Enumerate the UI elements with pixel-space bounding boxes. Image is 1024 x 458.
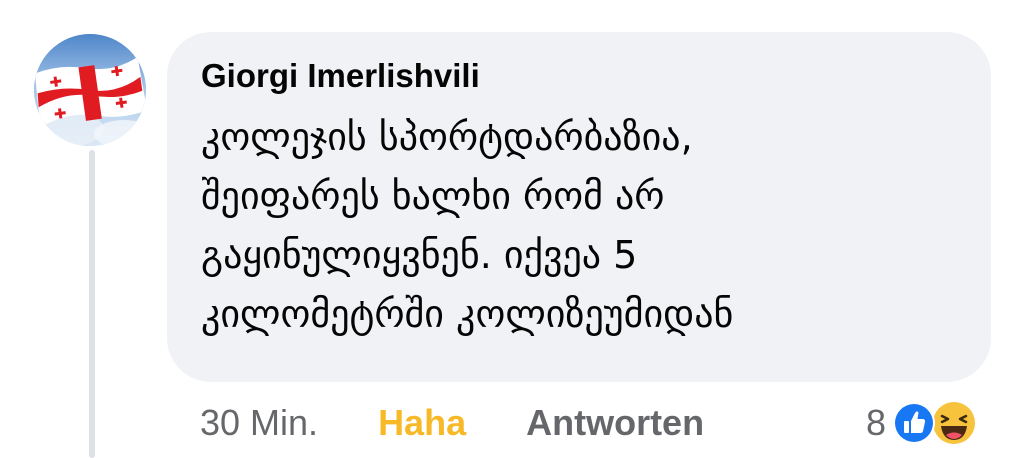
reply-button[interactable]: Antworten [526, 402, 704, 444]
georgian-flag-avatar-image [34, 34, 146, 146]
reaction-summary[interactable]: 8 [866, 398, 984, 448]
comment-timestamp[interactable]: 30 Min. [200, 402, 318, 444]
reaction-count: 8 [866, 402, 887, 443]
comment-actions: 30 Min. Haha Antworten [200, 398, 704, 448]
thread-line [89, 150, 95, 458]
haha-icon [931, 400, 978, 446]
reaction-icons [892, 399, 984, 447]
comment-bubble: Giorgi Imerlishvili კოლეჯის სპორტდარბაზი… [167, 32, 991, 382]
comment-text: კოლეჯის სპორტდარბაზია, შეიფარეს ხალხი რო… [201, 115, 734, 336]
comment: Giorgi Imerlishvili კოლეჯის სპორტდარბაზი… [0, 0, 1024, 458]
like-icon [893, 402, 936, 444]
comment-author[interactable]: Giorgi Imerlishvili [201, 54, 961, 98]
reaction-button[interactable]: Haha [378, 402, 466, 444]
avatar[interactable] [34, 34, 146, 146]
